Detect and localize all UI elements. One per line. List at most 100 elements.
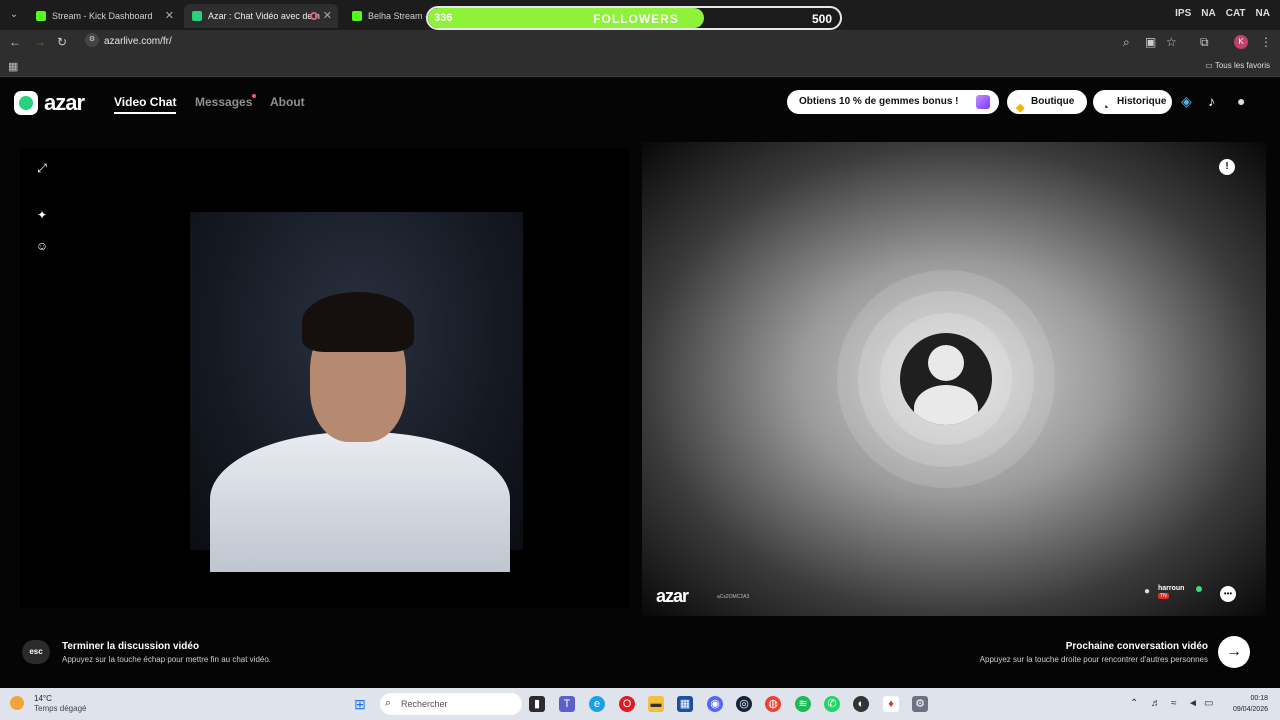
tab-search-chevron-icon[interactable]: ⌄ xyxy=(6,7,22,23)
search-icon[interactable]: ⌕ xyxy=(1123,35,1130,50)
nav-about[interactable]: About xyxy=(270,95,305,109)
tab-title: Stream - Kick Dashboard xyxy=(52,11,153,21)
temperature: 14°C xyxy=(34,694,52,703)
webcam-feed xyxy=(190,212,523,572)
all-bookmarks-label: Tous les favoris xyxy=(1214,61,1270,70)
next-chat-title: Prochaine conversation vidéo xyxy=(1065,641,1208,652)
history-clock-icon: ◔ xyxy=(1102,102,1109,114)
back-icon[interactable]: ← xyxy=(9,35,21,49)
teams-icon[interactable]: T xyxy=(559,696,575,712)
azar-watermark: azar xyxy=(656,586,689,606)
bookmarks-bar: ▦ ▭ Tous les favoris xyxy=(0,55,1280,77)
stat-label: CAT xyxy=(1225,8,1246,19)
gems-balance-icon[interactable]: ◈ xyxy=(1181,93,1192,110)
search-placeholder: Rechercher xyxy=(401,699,448,709)
avatar-head xyxy=(928,345,964,381)
sun-icon xyxy=(10,696,24,710)
face-filter-icon[interactable]: ☺ xyxy=(35,239,49,253)
search-icon: ⌕ xyxy=(385,697,392,709)
battery-icon[interactable]: ▭ xyxy=(1204,698,1213,709)
partner-name: harroun xyxy=(1158,585,1185,592)
bookmark-star-icon[interactable]: ☆ xyxy=(1166,35,1177,49)
reload-icon[interactable]: ↻ xyxy=(57,35,67,49)
forward-icon[interactable]: → xyxy=(34,35,46,49)
azar-wordmark: azar xyxy=(44,90,85,115)
edge-icon[interactable]: e xyxy=(589,696,605,712)
stat-value: NA xyxy=(1255,8,1270,19)
messages-notification-dot xyxy=(252,94,256,98)
obs-icon[interactable]: ◐ xyxy=(853,696,869,712)
stat-value: NA xyxy=(1201,8,1216,19)
nav-messages[interactable]: Messages xyxy=(195,95,252,109)
volume-icon[interactable]: ◄ xyxy=(1188,698,1198,709)
steam-icon[interactable]: ◎ xyxy=(736,696,752,712)
cast-icon[interactable]: ▣ xyxy=(1145,35,1156,49)
azar-logo[interactable]: azar xyxy=(14,90,85,116)
all-bookmarks[interactable]: ▭ Tous les favoris xyxy=(1205,61,1270,70)
recording-icon xyxy=(310,12,318,20)
maps-pin-icon[interactable]: ♦ xyxy=(883,696,899,712)
spotify-icon[interactable]: ≋ xyxy=(795,696,811,712)
person-icon: ● xyxy=(1144,586,1151,597)
watermark-id: aCs2OMC2A3 xyxy=(717,594,750,600)
address-bar: ← → ↻ ⚙ azarlive.com/fr/ ⌕ ▣ ☆ ⧉ ⋮ xyxy=(0,30,1280,55)
site-info-icon[interactable]: ⚙ xyxy=(85,33,99,47)
microphone-icon[interactable]: ♬ xyxy=(1151,698,1161,709)
task-view-icon[interactable]: ▮ xyxy=(529,696,545,712)
menu-kebab-icon[interactable]: ⋮ xyxy=(1260,35,1272,49)
clock-time: 00:18 xyxy=(1250,695,1268,702)
settings-gear-icon[interactable]: ⚙ xyxy=(912,696,928,712)
url-text[interactable]: azarlive.com/fr/ xyxy=(104,36,172,47)
person-hair xyxy=(302,292,414,352)
profile-avatar[interactable]: K xyxy=(1234,35,1248,49)
tab-belha-stream[interactable]: Belha Stream - W xyxy=(344,4,426,28)
tray-chevron-icon[interactable]: ⌃ xyxy=(1130,698,1138,709)
store-icon[interactable]: ▦ xyxy=(677,696,693,712)
close-tab-icon[interactable]: ✕ xyxy=(165,9,174,22)
opera-icon[interactable]: O xyxy=(619,696,635,712)
notification-bell-icon[interactable]: ♪ xyxy=(1208,93,1215,109)
next-chat-hint: Appuyez sur la touche droite pour rencon… xyxy=(979,655,1208,664)
history-button[interactable]: ◔ Historique xyxy=(1093,90,1172,114)
kick-favicon-icon xyxy=(36,11,46,21)
azar-favicon-icon xyxy=(192,11,202,21)
extensions-icon[interactable]: ⧉ xyxy=(1200,35,1209,50)
esc-key-button[interactable]: esc xyxy=(22,640,50,664)
chat-bubble-icon[interactable]: ••• xyxy=(1220,586,1236,602)
taskbar-search[interactable]: ⌕ Rechercher xyxy=(380,693,522,715)
expand-icon[interactable]: ⤢ xyxy=(35,161,49,175)
close-tab-icon[interactable]: ✕ xyxy=(323,9,332,22)
tab-azar[interactable]: Azar : Chat Vidéo avec de n ✕ xyxy=(184,4,338,28)
windows-taskbar: 14°C Temps dégagé ⊞ ⌕ Rechercher ▮ T e O… xyxy=(0,688,1280,720)
kick-favicon-icon xyxy=(352,11,362,21)
gems-promo-button[interactable]: Obtiens 10 % de gemmes bonus ! xyxy=(787,90,999,114)
apps-grid-icon[interactable]: ▦ xyxy=(8,60,18,73)
windows-start-icon[interactable]: ⊞ xyxy=(352,696,368,712)
end-chat-title: Terminer la discussion vidéo xyxy=(62,641,200,652)
discord-icon[interactable]: ◉ xyxy=(707,696,723,712)
report-shield-icon[interactable]: ! xyxy=(1219,159,1235,175)
overlay-stats: IPS NA CAT NA xyxy=(1175,8,1270,19)
followers-goal: 500 xyxy=(811,12,832,26)
next-arrow-button[interactable]: → xyxy=(1218,636,1250,668)
followers-label: FOLLOWERS xyxy=(593,12,679,26)
system-clock[interactable]: 00:18 09/04/2026 xyxy=(1233,693,1268,715)
azar-app: azar Video Chat Messages About Obtiens 1… xyxy=(0,78,1280,688)
chrome-icon[interactable]: ◍ xyxy=(765,696,781,712)
user-profile-icon[interactable]: ● xyxy=(1237,93,1245,109)
tab-title: Belha Stream - W xyxy=(368,11,426,21)
url-field[interactable] xyxy=(80,32,1160,53)
magic-wand-icon[interactable]: ✦ xyxy=(35,208,49,222)
tab-kick-dashboard[interactable]: Stream - Kick Dashboard ✕ xyxy=(28,4,180,28)
wifi-icon[interactable]: ≈ xyxy=(1171,698,1177,709)
partner-placeholder-avatar xyxy=(900,333,992,425)
weather-condition: Temps dégagé xyxy=(34,704,87,713)
stat-label: IPS xyxy=(1175,8,1192,19)
boutique-button[interactable]: ◆ Boutique xyxy=(1007,90,1087,114)
partner-info[interactable]: ● harroun TN xyxy=(1144,584,1214,602)
file-explorer-icon[interactable]: ▬ xyxy=(648,696,664,712)
clock-date: 09/04/2026 xyxy=(1232,706,1268,713)
whatsapp-icon[interactable]: ✆ xyxy=(824,696,840,712)
nav-video-chat[interactable]: Video Chat xyxy=(114,95,177,114)
gift-icon xyxy=(976,95,990,109)
